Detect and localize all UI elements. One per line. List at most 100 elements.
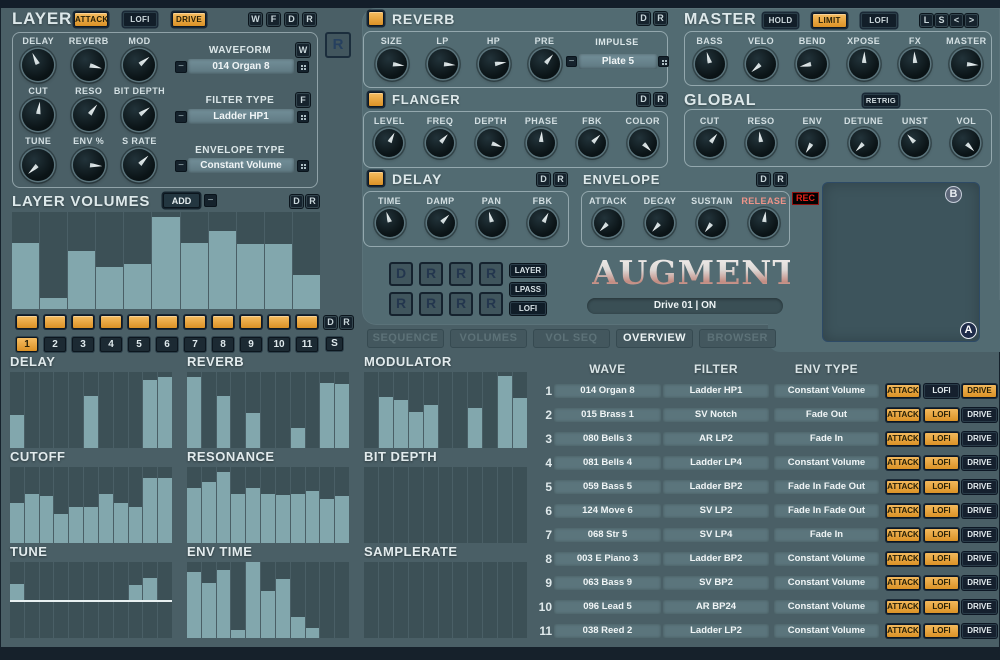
dr-grid-label-lpass[interactable]: LPASS <box>510 283 546 296</box>
color-knob[interactable] <box>628 129 657 157</box>
row-5-wave-cell[interactable]: 059 Bass 5 <box>554 480 661 494</box>
row-4-drive-button[interactable]: DRIVE <box>962 456 997 470</box>
waveform-select[interactable]: 014 Organ 8 <box>188 59 294 74</box>
row-9-env-cell[interactable]: Constant Volume <box>774 576 879 590</box>
cut-knob[interactable] <box>22 99 55 131</box>
delay-enable-toggle[interactable] <box>368 171 384 186</box>
layer-6-mute-toggle[interactable] <box>156 315 178 329</box>
chart-bar[interactable] <box>39 372 54 448</box>
chart-bar[interactable] <box>84 467 98 543</box>
chart-bar[interactable] <box>468 467 483 543</box>
chart-bar[interactable] <box>364 562 378 638</box>
row-7-wave-cell[interactable]: 068 Str 5 <box>554 528 661 542</box>
chart-bar[interactable] <box>246 372 261 448</box>
row-5-attack-button[interactable]: ATTACK <box>886 480 920 494</box>
chart-bar[interactable] <box>320 467 335 543</box>
row-10-lofi-button[interactable]: LOFI <box>924 600 959 614</box>
impulse-grid-button[interactable] <box>658 56 669 67</box>
chart-bar[interactable] <box>128 467 143 543</box>
attack-knob[interactable] <box>594 209 622 237</box>
mini-button-d[interactable]: D <box>537 173 550 186</box>
preset-display[interactable]: Drive 01 | ON <box>587 298 783 314</box>
chart-bar[interactable] <box>378 372 393 448</box>
mini-button-sym[interactable]: > <box>965 14 978 27</box>
layer-4-mute-toggle[interactable] <box>100 315 122 329</box>
tab-browser[interactable]: BROWSER <box>699 329 776 348</box>
bend-knob[interactable] <box>797 49 828 79</box>
fbk-knob[interactable] <box>578 129 607 157</box>
layer-9-mute-toggle[interactable] <box>240 315 262 329</box>
filter-minus-button[interactable]: − <box>175 111 187 123</box>
row-8-attack-button[interactable]: ATTACK <box>886 552 920 566</box>
s-rate-knob[interactable] <box>123 149 156 181</box>
dr-grid-button-r2c1-r[interactable]: R <box>389 292 413 316</box>
chart-bar[interactable] <box>246 562 261 638</box>
dr-grid-button-r1c2-r[interactable]: R <box>419 262 443 286</box>
chart-bar[interactable] <box>216 562 231 638</box>
cut-knob[interactable] <box>695 129 724 157</box>
chart-bar[interactable] <box>453 562 468 638</box>
chart-bar[interactable] <box>423 372 438 448</box>
layer-select-button-6[interactable]: 6 <box>156 337 178 352</box>
chart-bar[interactable] <box>158 372 172 448</box>
row-8-env-cell[interactable]: Constant Volume <box>774 552 879 566</box>
reverb-knob[interactable] <box>72 49 105 81</box>
chart-bar[interactable] <box>423 467 438 543</box>
chart-bar[interactable] <box>98 372 113 448</box>
chart-bar[interactable] <box>261 467 275 543</box>
waveform-minus-button[interactable]: − <box>175 61 187 73</box>
chart-bar[interactable] <box>54 372 69 448</box>
row-10-wave-cell[interactable]: 096 Lead 5 <box>554 600 661 614</box>
chart-bar[interactable] <box>143 467 158 543</box>
phase-knob[interactable] <box>527 129 556 157</box>
row-9-drive-button[interactable]: DRIVE <box>962 576 997 590</box>
chart-bar[interactable] <box>335 562 349 638</box>
xy-morph-pad[interactable]: B A <box>822 182 980 342</box>
chart-bar[interactable] <box>69 372 84 448</box>
xpose-knob[interactable] <box>848 49 879 79</box>
dr-grid-button-r2c4-r[interactable]: R <box>479 292 503 316</box>
envelope-grid-button[interactable] <box>297 160 309 172</box>
mini-button-r[interactable]: R <box>303 13 316 26</box>
layer-select-button-2[interactable]: 2 <box>44 337 66 352</box>
row-8-lofi-button[interactable]: LOFI <box>924 552 959 566</box>
tab-overview[interactable]: OVERVIEW <box>616 329 693 348</box>
row-3-lofi-button[interactable]: LOFI <box>924 432 959 446</box>
chart-bar[interactable] <box>187 562 201 638</box>
chart-bar[interactable] <box>498 372 513 448</box>
velo-knob[interactable] <box>745 49 776 79</box>
waveform-grid-button[interactable] <box>297 61 309 73</box>
row-6-env-cell[interactable]: Fade In Fade Out <box>774 504 879 518</box>
chart-bar[interactable] <box>335 467 349 543</box>
chart-bar[interactable] <box>423 562 438 638</box>
row-2-env-cell[interactable]: Fade Out <box>774 408 879 422</box>
chart-bar[interactable] <box>393 562 408 638</box>
chart-bar[interactable] <box>408 467 423 543</box>
fx-knob[interactable] <box>899 49 930 79</box>
decay-knob[interactable] <box>646 209 674 237</box>
mini-button-f[interactable]: F <box>267 13 280 26</box>
sustain-knob[interactable] <box>698 209 726 237</box>
mini-button-r[interactable]: R <box>654 93 667 106</box>
retrig-button[interactable]: RETRIG <box>863 94 899 107</box>
chart-bar[interactable] <box>128 372 143 448</box>
detune-knob[interactable] <box>849 129 878 157</box>
chart-bar[interactable] <box>320 372 335 448</box>
layer-select-button-7[interactable]: 7 <box>184 337 206 352</box>
mini-button-l[interactable]: L <box>920 14 933 27</box>
chart-bar[interactable] <box>438 562 453 638</box>
row-4-env-cell[interactable]: Constant Volume <box>774 456 879 470</box>
chart-bar[interactable] <box>40 212 68 309</box>
chart-bar[interactable] <box>96 212 124 309</box>
level-knob[interactable] <box>375 129 404 157</box>
row-9-wave-cell[interactable]: 063 Bass 9 <box>554 576 661 590</box>
layer-select-button-9[interactable]: 9 <box>240 337 262 352</box>
chart-bar[interactable] <box>261 372 275 448</box>
release-knob[interactable] <box>750 209 778 237</box>
chart-bar[interactable] <box>216 372 231 448</box>
row-8-wave-cell[interactable]: 003 E Piano 3 <box>554 552 661 566</box>
solo-button[interactable]: S <box>326 337 343 351</box>
chart-bar[interactable] <box>39 467 54 543</box>
row-11-attack-button[interactable]: ATTACK <box>886 624 920 638</box>
impulse-minus-button[interactable]: − <box>566 56 577 67</box>
